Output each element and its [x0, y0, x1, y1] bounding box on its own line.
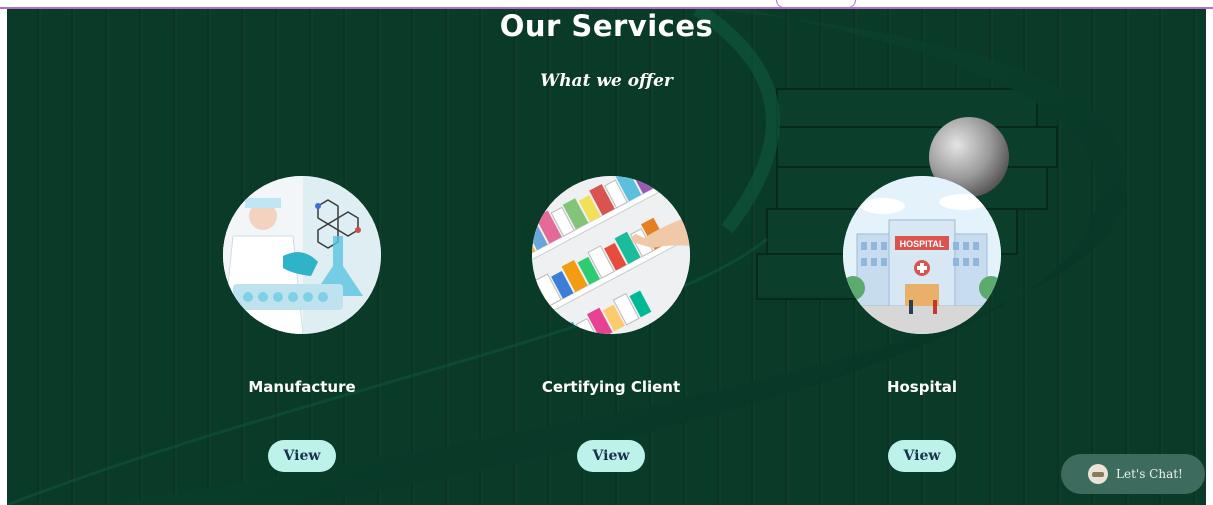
service-card-manufacture: Manufacture View [222, 176, 382, 472]
section-title: Our Services [499, 9, 714, 43]
service-card-certifying-client: Certifying Client View [531, 176, 691, 472]
hospital-sign: HOSPITAL [900, 239, 945, 249]
view-button[interactable]: View [268, 440, 336, 472]
view-button[interactable]: View [888, 440, 956, 472]
chat-label: Let's Chat! [1116, 467, 1183, 481]
chat-button[interactable]: Let's Chat! [1061, 454, 1205, 494]
browser-top-edge [0, 0, 1213, 9]
service-card-hospital: HOSPITAL Hospital View [842, 176, 1002, 472]
services-section: Our Services What we offer Manufacture V… [7, 9, 1206, 505]
top-pill [776, 0, 856, 8]
view-button[interactable]: View [577, 440, 645, 472]
service-title: Certifying Client [541, 378, 681, 396]
section-subtitle: What we offer [540, 71, 673, 91]
pharmacy-shelf-image [532, 176, 690, 334]
service-title: Manufacture [248, 378, 356, 396]
hospital-building-image: HOSPITAL [843, 176, 1001, 334]
service-title: Hospital [886, 378, 958, 396]
chat-logo-icon [1088, 464, 1108, 484]
laboratory-scientist-image [223, 176, 381, 334]
